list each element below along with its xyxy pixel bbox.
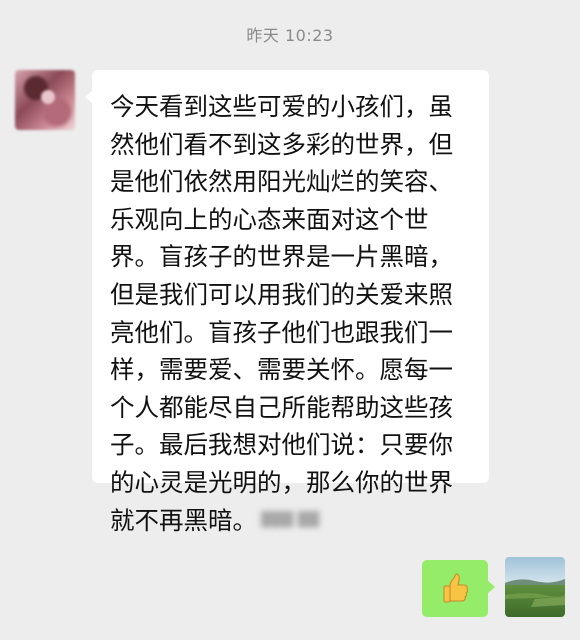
blurred-label: ▓▓▓ ▓▓ <box>260 512 320 528</box>
received-message-bubble[interactable]: 今天看到这些可爱的小孩们，虽然他们看不到这多彩的世界，但是他们依然用阳光灿烂的笑… <box>85 70 489 535</box>
received-message-text: 今天看到这些可爱的小孩们，虽然他们看不到这多彩的世界，但是他们依然用阳光灿烂的笑… <box>110 92 453 535</box>
sent-sticker-bubble[interactable] <box>422 560 495 617</box>
landscape-avatar-image <box>505 557 565 617</box>
thumbs-up-icon <box>443 573 469 603</box>
sender-avatar[interactable] <box>15 70 75 130</box>
chat-timestamp: 昨天 10:23 <box>246 26 334 45</box>
own-avatar[interactable] <box>505 557 565 617</box>
